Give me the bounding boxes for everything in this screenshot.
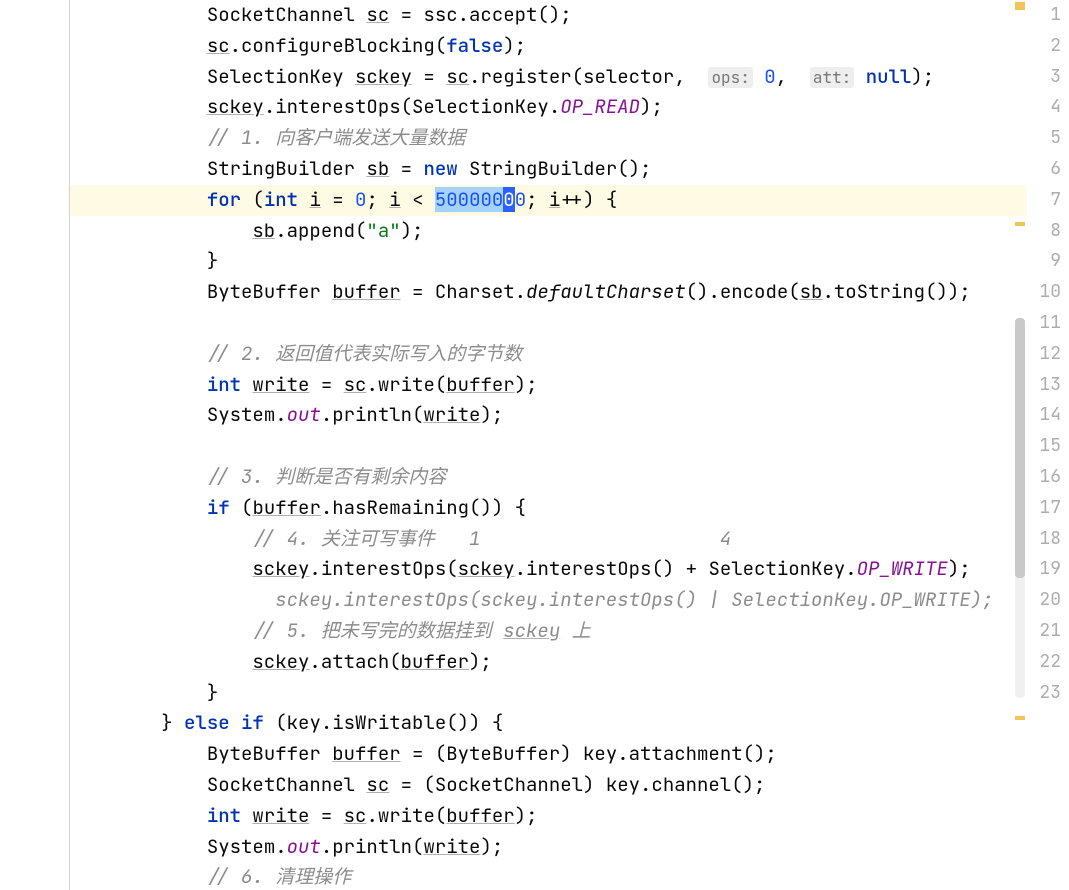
code-line[interactable]: } else if (key.isWritable()) { [70, 708, 1027, 739]
line-number: 2 [1027, 31, 1061, 62]
code-line[interactable]: ByteBuffer buffer = (ByteBuffer) key.att… [70, 739, 1027, 770]
code-editor[interactable]: 1 2 3 4 5 6 7 8 9 10 11 12 13 14 15 16 1… [0, 0, 1069, 890]
code-line[interactable]: sc.configureBlocking(false); [70, 31, 1027, 62]
parameter-hint: ops: [708, 67, 752, 88]
code-line[interactable]: // 3. 判断是否有剩余内容 [70, 462, 1027, 493]
line-number: 11 [1027, 308, 1061, 339]
code-line[interactable]: System.out.println(write); [70, 832, 1027, 863]
line-number: 6 [1027, 154, 1061, 185]
fold-bar[interactable] [0, 0, 14, 890]
code-line[interactable]: // 4. 关注可写事件 1 4 [70, 524, 1027, 555]
code-line[interactable]: sckey.attach(buffer); [70, 647, 1027, 678]
line-number: 20 [1027, 585, 1061, 616]
code-line[interactable]: sb.append("a"); [70, 216, 1027, 247]
line-number: 5 [1027, 123, 1061, 154]
code-line[interactable]: SocketChannel sc = (SocketChannel) key.c… [70, 770, 1027, 801]
code-line[interactable]: System.out.println(write); [70, 400, 1027, 431]
caret: 0 [503, 187, 514, 212]
code-line[interactable]: // 5. 把未写完的数据挂到 sckey 上 [70, 616, 1027, 647]
line-number: 1 [1027, 0, 1061, 31]
code-line[interactable]: sckey.interestOps(sckey.interestOps() | … [70, 585, 1027, 616]
line-number: 15 [1027, 431, 1061, 462]
code-line[interactable]: int write = sc.write(buffer); [70, 370, 1027, 401]
code-line[interactable]: for (int i = 0; i < 50000000; i++) { [70, 185, 1027, 216]
code-line[interactable]: // 6. 清理操作 [70, 862, 1027, 890]
code-line[interactable]: if (buffer.hasRemaining()) { [70, 493, 1027, 524]
line-number-gutter: 1 2 3 4 5 6 7 8 9 10 11 12 13 14 15 16 1… [1027, 0, 1069, 708]
code-line[interactable] [70, 308, 1027, 339]
line-number: 22 [1027, 647, 1061, 678]
code-line[interactable]: int write = sc.write(buffer); [70, 801, 1027, 832]
line-number: 10 [1027, 277, 1061, 308]
selection: 500000 [435, 187, 503, 212]
code-line[interactable]: } [70, 246, 1027, 277]
line-number: 18 [1027, 524, 1061, 555]
code-line[interactable]: SocketChannel sc = ssc.accept(); [70, 0, 1027, 31]
code-line[interactable]: sckey.interestOps(SelectionKey.OP_READ); [70, 92, 1027, 123]
code-line[interactable]: StringBuilder sb = new StringBuilder(); [70, 154, 1027, 185]
line-number: 9 [1027, 246, 1061, 277]
code-line[interactable] [70, 431, 1027, 462]
code-line[interactable]: ByteBuffer buffer = Charset.defaultChars… [70, 277, 1027, 308]
line-number: 21 [1027, 616, 1061, 647]
line-number: 8 [1027, 216, 1061, 247]
line-number: 12 [1027, 339, 1061, 370]
code-line[interactable]: } [70, 678, 1027, 709]
line-number: 19 [1027, 554, 1061, 585]
line-number: 16 [1027, 462, 1061, 493]
line-number: 23 [1027, 678, 1061, 709]
line-number: 13 [1027, 370, 1061, 401]
code-line[interactable]: // 1. 向客户端发送大量数据 [70, 123, 1027, 154]
code-line[interactable]: SelectionKey sckey = sc.register(selecto… [70, 62, 1027, 93]
code-content[interactable]: SocketChannel sc = ssc.accept(); sc.conf… [70, 0, 1027, 890]
code-area[interactable]: 1 2 3 4 5 6 7 8 9 10 11 12 13 14 15 16 1… [70, 0, 1069, 890]
line-number: 17 [1027, 493, 1061, 524]
code-line[interactable]: sckey.interestOps(sckey.interestOps() + … [70, 554, 1027, 585]
line-number: 7 [1027, 185, 1061, 216]
code-line[interactable]: // 2. 返回值代表实际写入的字节数 [70, 339, 1027, 370]
gutter [0, 0, 70, 890]
line-number: 14 [1027, 400, 1061, 431]
line-number: 4 [1027, 92, 1061, 123]
line-number: 3 [1027, 62, 1061, 93]
parameter-hint: att: [810, 67, 854, 88]
